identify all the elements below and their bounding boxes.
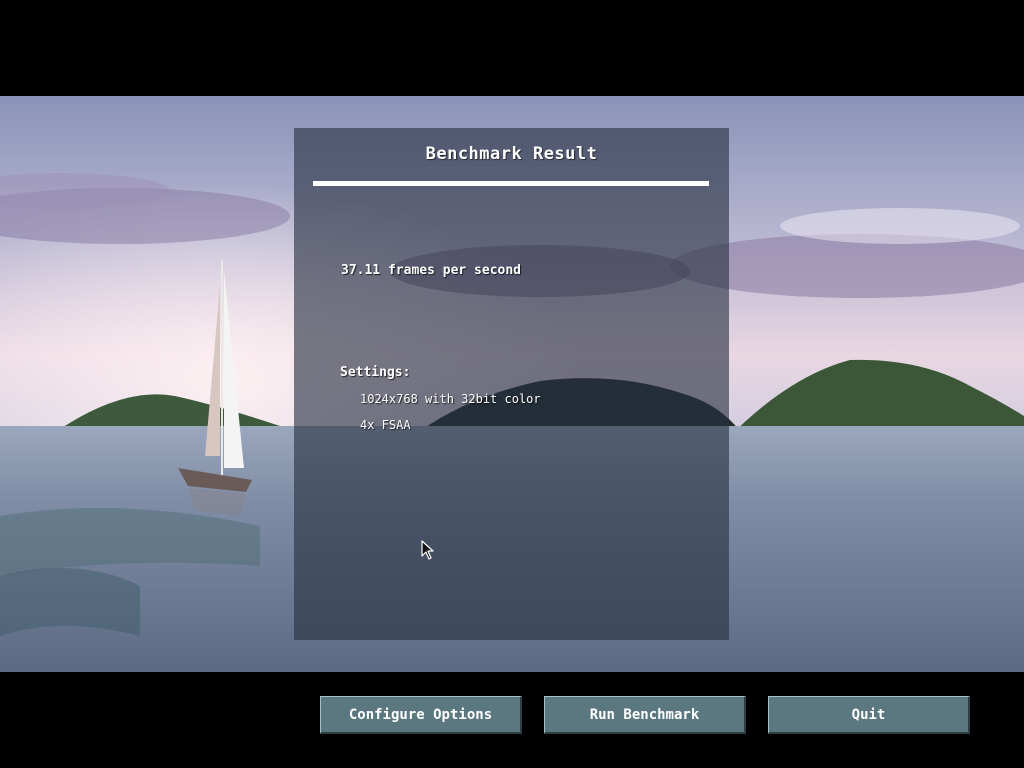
title-divider xyxy=(313,181,709,186)
panel-title: Benchmark Result xyxy=(425,144,598,164)
quit-button[interactable]: Quit xyxy=(768,696,970,734)
mouse-pointer-icon xyxy=(421,540,435,564)
fps-result: 37.11 frames per second xyxy=(341,263,522,278)
settings-item-resolution: 1024x768 with 32bit color xyxy=(360,392,541,406)
benchmark-result-panel: Benchmark Result 37.11 frames per second… xyxy=(294,128,729,640)
settings-item-fsaa: 4x FSAA xyxy=(360,418,411,432)
settings-heading: Settings: xyxy=(340,365,411,380)
configure-options-button[interactable]: Configure Options xyxy=(320,696,522,734)
letterbox-top xyxy=(0,0,1024,96)
run-benchmark-button[interactable]: Run Benchmark xyxy=(544,696,746,734)
